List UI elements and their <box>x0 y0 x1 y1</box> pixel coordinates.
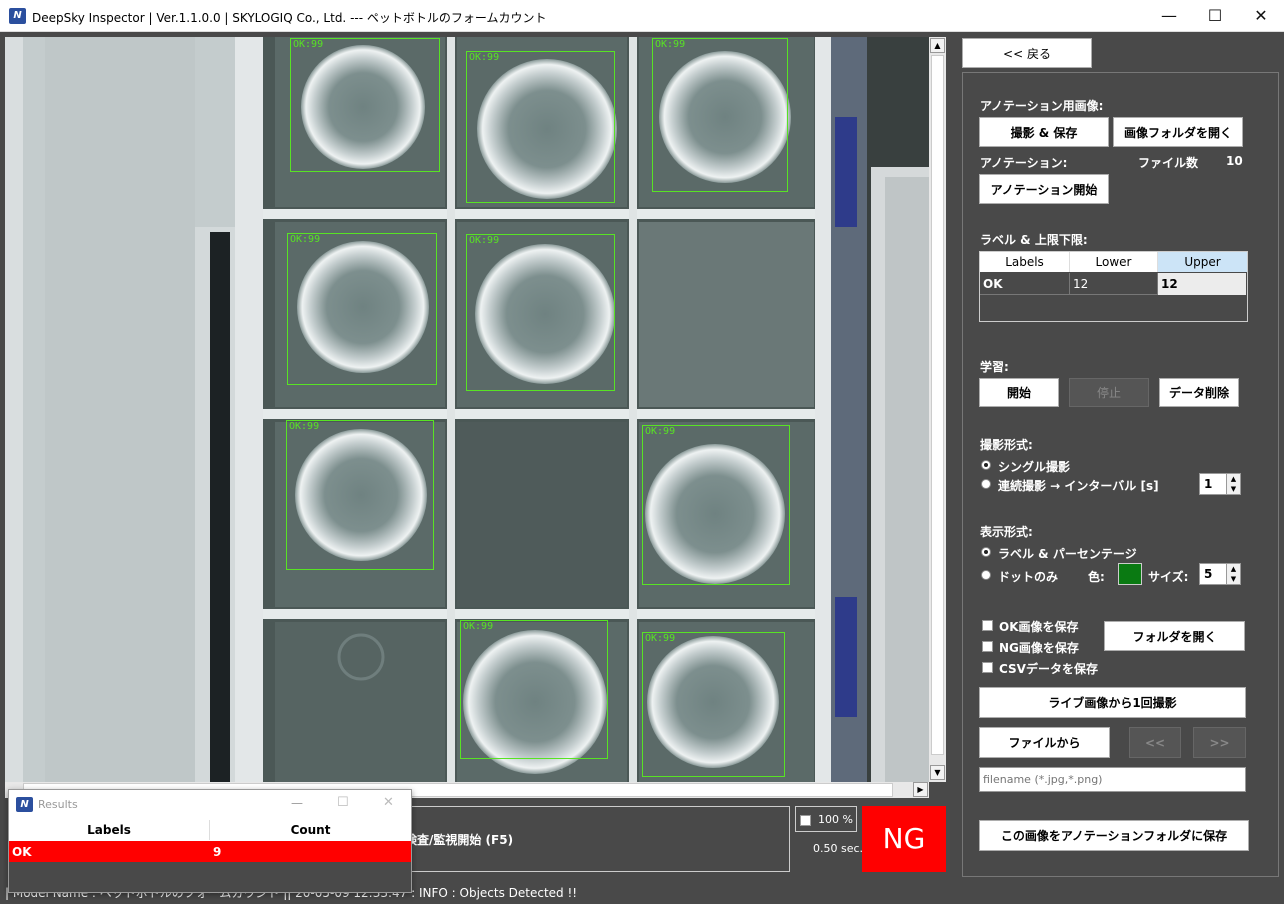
column-header-labels[interactable]: Labels <box>980 252 1070 272</box>
results-close-button[interactable]: ✕ <box>383 795 394 810</box>
continuous-capture-radio[interactable] <box>981 479 991 489</box>
size-label: サイズ: <box>1148 570 1189 584</box>
prev-image-button[interactable]: << <box>1129 727 1181 758</box>
annotation-heading: アノテーション: <box>980 156 1068 170</box>
back-button[interactable]: << 戻る <box>962 38 1092 68</box>
verdict-indicator: NG <box>862 806 946 872</box>
scroll-up-arrow-icon[interactable]: ▲ <box>930 38 945 53</box>
results-row[interactable]: OK 9 <box>9 841 411 862</box>
results-title: Results <box>38 798 78 811</box>
column-header-lower[interactable]: Lower <box>1070 252 1158 272</box>
label-percent-radio[interactable] <box>981 547 991 557</box>
save-csv-label: CSVデータを保存 <box>999 662 1098 676</box>
window-title: DeepSky Inspector | Ver.1.1.0.0 | SKYLOG… <box>32 11 547 25</box>
file-count-label: ファイル数 <box>1138 156 1199 170</box>
elapsed-time: 0.50 sec. <box>813 842 864 855</box>
filename-input[interactable] <box>979 767 1246 792</box>
train-start-button[interactable]: 開始 <box>979 378 1059 407</box>
zoom-checkbox[interactable] <box>800 815 811 826</box>
label-limits-grid[interactable]: Labels Lower Upper OK 12 12 <box>979 251 1248 322</box>
results-grid-header: Labels Count <box>9 820 411 840</box>
save-ng-images-checkbox[interactable] <box>982 641 993 652</box>
dot-size-stepper[interactable]: 5 ▲ ▼ <box>1199 563 1241 585</box>
start-inspection-button[interactable]: 検査/監視開始 (F5) <box>390 806 790 872</box>
single-capture-label: シングル撮影 <box>998 460 1071 474</box>
save-to-annotation-folder-button[interactable]: この画像をアノテーションフォルダに保存 <box>979 820 1249 851</box>
open-image-folder-button[interactable]: 画像フォルダを開く <box>1113 117 1243 147</box>
stepper-up-icon[interactable]: ▲ <box>1226 564 1240 574</box>
results-cell-label: OK <box>12 845 32 859</box>
label-percent-label: ラベル & パーセンテージ <box>998 547 1137 561</box>
live-capture-once-button[interactable]: ライブ画像から1回撮影 <box>979 687 1246 718</box>
open-folder-button[interactable]: フォルダを開く <box>1104 621 1245 651</box>
results-column-labels[interactable]: Labels <box>9 823 209 837</box>
results-maximize-button[interactable]: ☐ <box>337 795 349 810</box>
label-limits-heading: ラベル & 上限下限: <box>980 233 1088 247</box>
save-ok-images-checkbox[interactable] <box>982 620 993 631</box>
next-image-button[interactable]: >> <box>1193 727 1246 758</box>
start-annotation-button[interactable]: アノテーション開始 <box>979 174 1109 204</box>
app-logo-icon: N <box>16 797 33 812</box>
interval-value: 1 <box>1204 477 1213 491</box>
camera-image-viewer[interactable]: OK:99 OK:99 OK:99 OK:99 OK:99 OK:99 OK:9… <box>5 37 929 782</box>
results-minimize-button[interactable]: — <box>291 796 303 810</box>
results-titlebar[interactable]: N Results — ☐ ✕ <box>9 790 411 820</box>
interval-stepper[interactable]: 1 ▲ ▼ <box>1199 473 1241 495</box>
tray-image <box>5 37 929 782</box>
maximize-button[interactable]: ☐ <box>1192 0 1238 32</box>
from-file-button[interactable]: ファイルから <box>979 727 1110 758</box>
train-stop-button[interactable]: 停止 <box>1069 378 1149 407</box>
grid-cell-label[interactable]: OK <box>980 273 1070 295</box>
dot-size-value: 5 <box>1204 567 1213 581</box>
window-titlebar: N DeepSky Inspector | Ver.1.1.0.0 | SKYL… <box>0 0 1284 32</box>
stepper-down-icon[interactable]: ▼ <box>1226 484 1240 494</box>
display-mode-heading: 表示形式: <box>980 525 1033 539</box>
results-column-count[interactable]: Count <box>210 823 411 837</box>
capture-mode-heading: 撮影形式: <box>980 438 1033 452</box>
vertical-scrollbar[interactable]: ▲ ▼ <box>929 37 946 782</box>
delete-data-button[interactable]: データ削除 <box>1159 378 1239 407</box>
file-count-value: 10 <box>1226 154 1243 168</box>
close-button[interactable]: ✕ <box>1238 0 1284 32</box>
annotation-images-heading: アノテーション用画像: <box>980 99 1104 113</box>
grid-cell-lower[interactable]: 12 <box>1070 273 1158 295</box>
results-grid-empty-area <box>9 862 411 892</box>
results-window[interactable]: N Results — ☐ ✕ Labels Count OK 9 <box>8 789 412 893</box>
minimize-button[interactable]: — <box>1146 0 1192 32</box>
save-ok-images-label: OK画像を保存 <box>999 620 1079 634</box>
capture-save-button[interactable]: 撮影 & 保存 <box>979 117 1109 147</box>
color-swatch-button[interactable] <box>1118 563 1142 585</box>
scroll-thumb[interactable] <box>931 55 944 755</box>
training-heading: 学習: <box>980 360 1009 374</box>
continuous-capture-label: 連続撮影 → インターバル [s] <box>998 479 1159 493</box>
dot-only-label: ドットのみ <box>998 570 1059 584</box>
column-header-upper[interactable]: Upper <box>1158 252 1247 272</box>
color-label: 色: <box>1088 570 1105 584</box>
single-capture-radio[interactable] <box>981 460 991 470</box>
stepper-down-icon[interactable]: ▼ <box>1226 574 1240 584</box>
dot-only-radio[interactable] <box>981 570 991 580</box>
app-logo-icon: N <box>9 8 26 24</box>
results-cell-count: 9 <box>213 845 222 859</box>
save-ng-images-label: NG画像を保存 <box>999 641 1079 655</box>
stepper-up-icon[interactable]: ▲ <box>1226 474 1240 484</box>
zoom-checkbox-frame: 100 % <box>795 806 857 832</box>
zoom-label: 100 % <box>818 813 853 826</box>
grid-cell-upper[interactable]: 12 <box>1158 273 1246 295</box>
save-csv-checkbox[interactable] <box>982 662 993 673</box>
scroll-right-arrow-icon[interactable]: ▶ <box>913 782 928 797</box>
scroll-down-arrow-icon[interactable]: ▼ <box>930 765 945 780</box>
